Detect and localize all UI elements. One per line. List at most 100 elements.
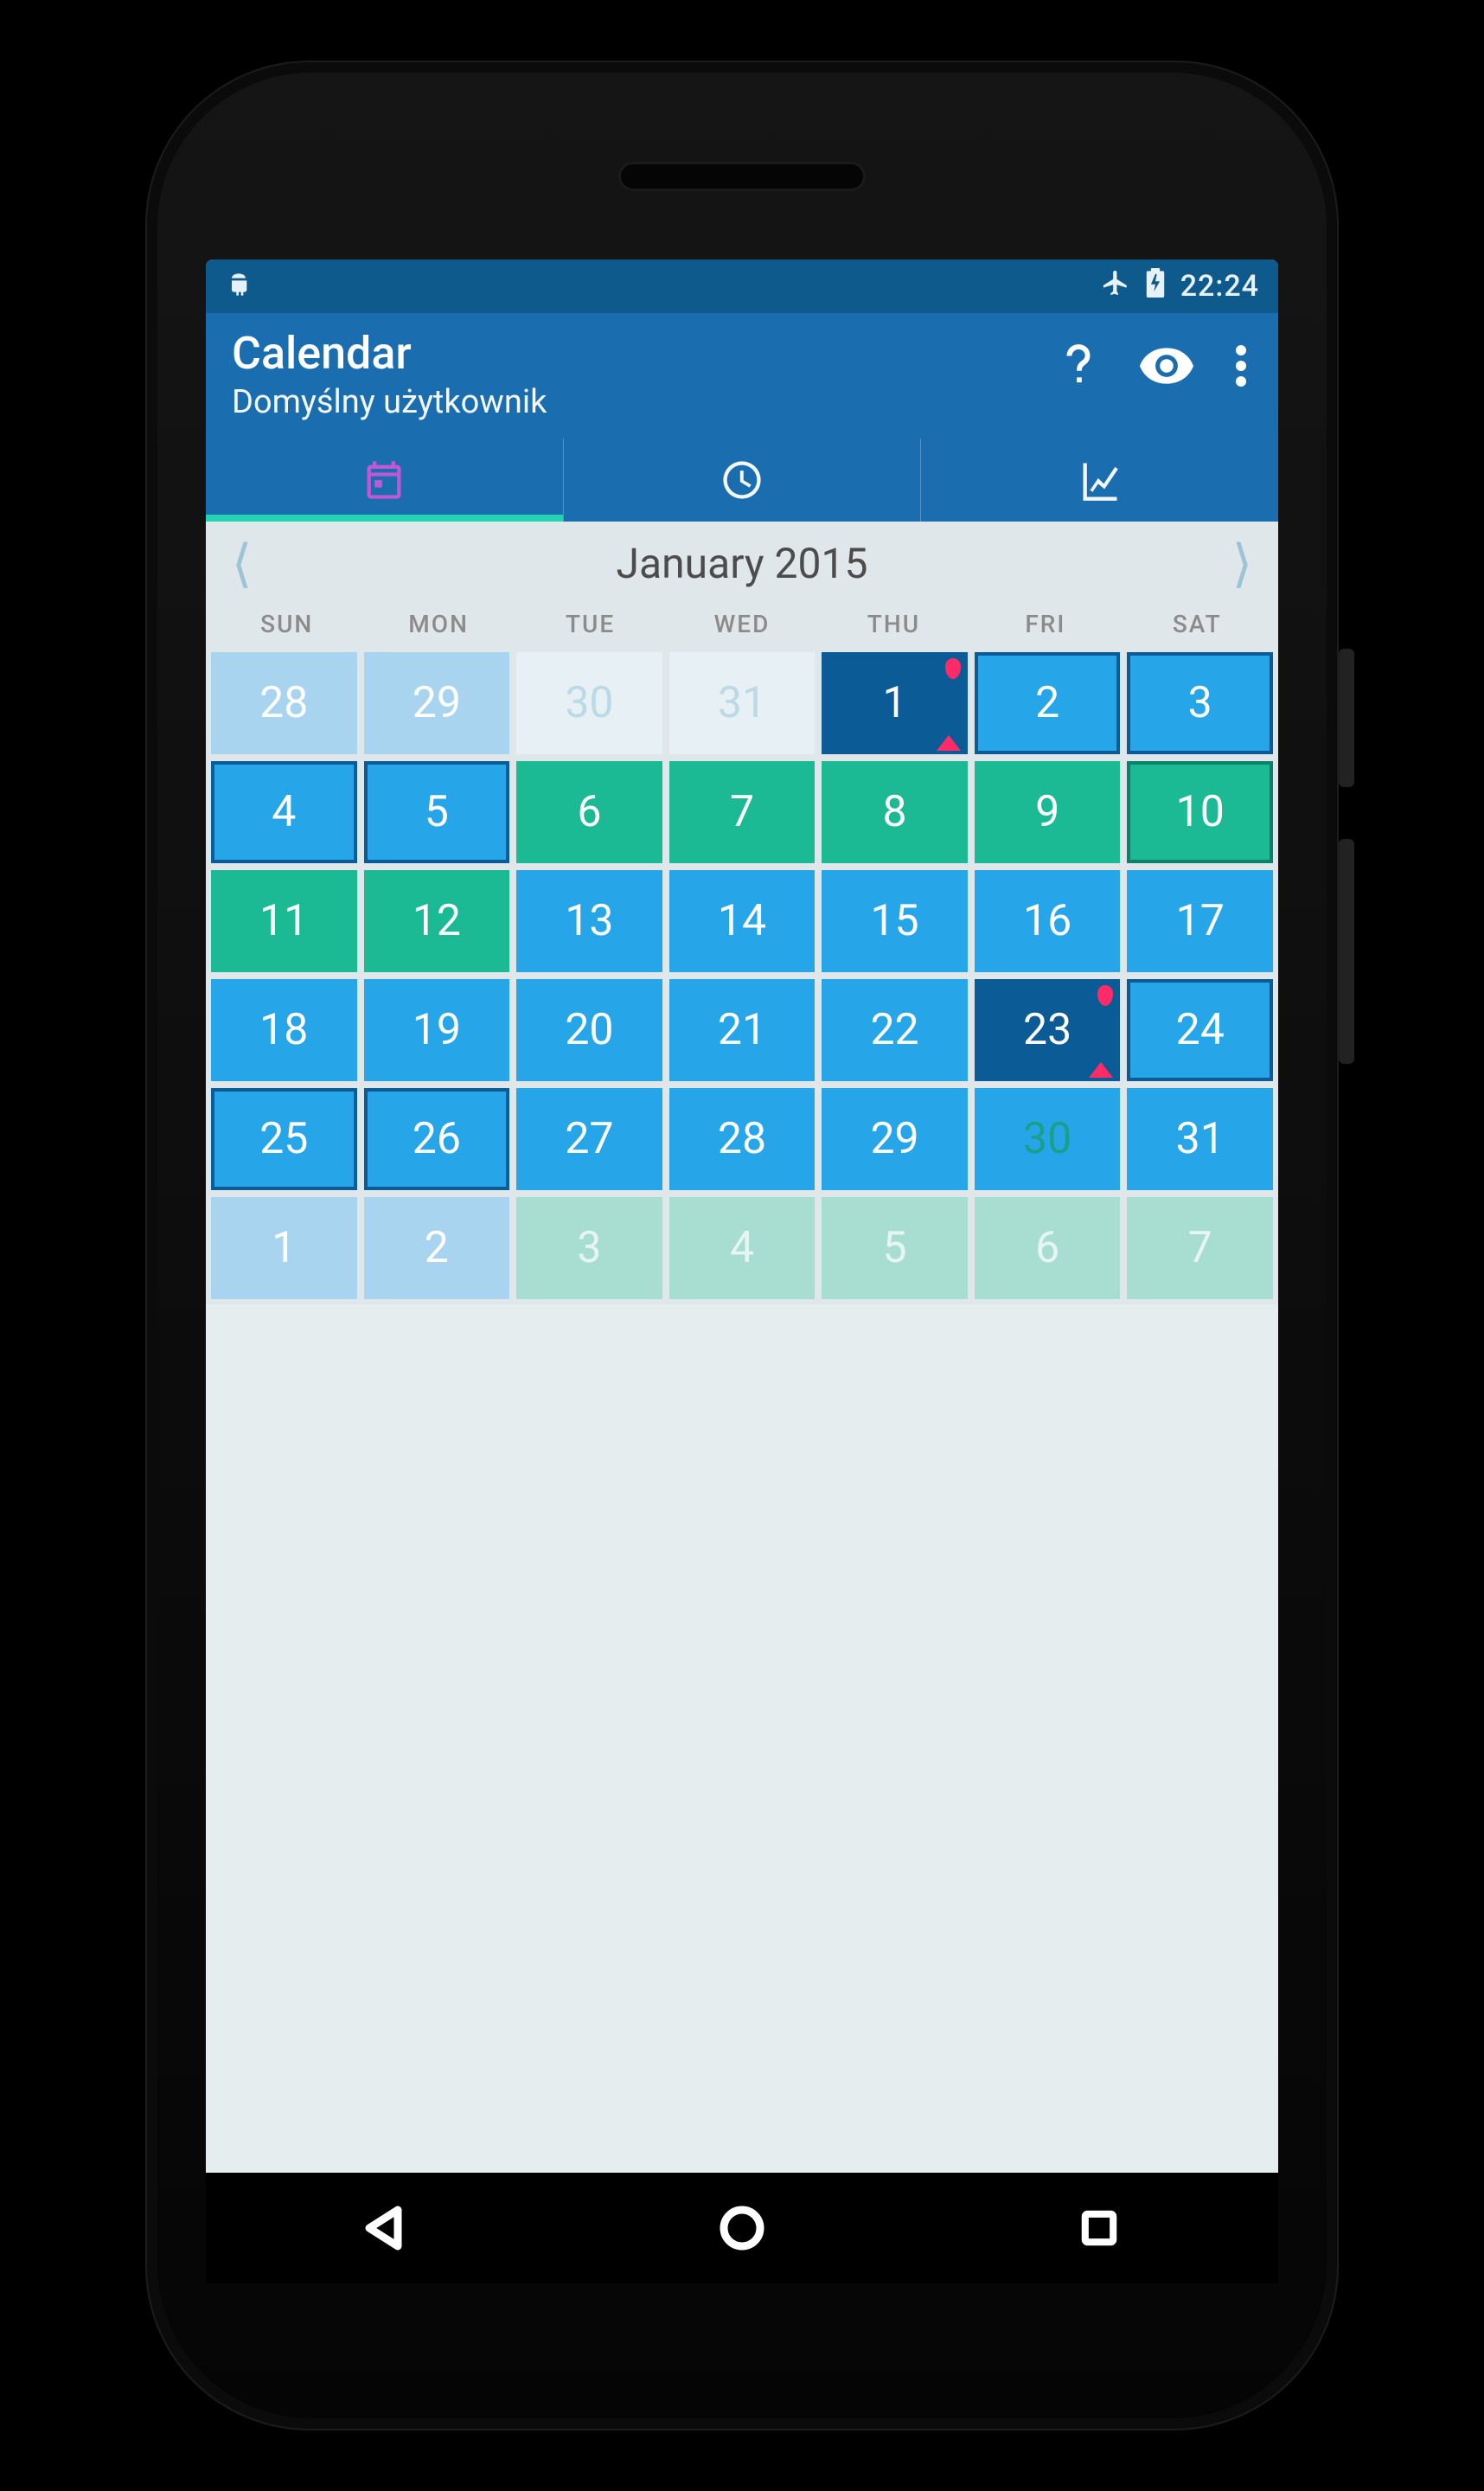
calendar-day[interactable]: 28 xyxy=(211,652,357,754)
calendar-day[interactable]: 26 xyxy=(364,1088,510,1190)
airplane-mode-icon xyxy=(1101,268,1130,305)
tab-bar xyxy=(206,439,1278,522)
day-number: 2 xyxy=(425,1223,449,1273)
day-number: 28 xyxy=(718,1114,766,1164)
calendar-day[interactable]: 4 xyxy=(211,761,357,863)
tab-history[interactable] xyxy=(564,439,922,522)
day-number: 3 xyxy=(1188,678,1212,728)
visibility-button[interactable] xyxy=(1140,348,1193,384)
calendar-day[interactable]: 2 xyxy=(975,652,1121,754)
day-number: 27 xyxy=(565,1114,613,1164)
eye-icon xyxy=(1140,348,1193,384)
calendar-day[interactable]: 27 xyxy=(516,1088,662,1190)
marker-triangle-icon xyxy=(937,735,961,751)
calendar-day[interactable]: 7 xyxy=(1127,1197,1273,1299)
calendar-day[interactable]: 19 xyxy=(364,979,510,1081)
nav-recent-button[interactable] xyxy=(1034,2193,1164,2263)
prev-month-button[interactable]: ⟨ xyxy=(223,533,260,594)
calendar-icon xyxy=(361,458,406,503)
day-number: 2 xyxy=(1035,678,1059,728)
calendar-day[interactable]: 9 xyxy=(975,761,1121,863)
android-nav-bar xyxy=(206,2173,1278,2283)
day-number: 18 xyxy=(259,1005,308,1055)
calendar-day[interactable]: 3 xyxy=(516,1197,662,1299)
calendar-day[interactable]: 24 xyxy=(1127,979,1273,1081)
day-number: 29 xyxy=(870,1114,918,1164)
day-number: 1 xyxy=(883,678,907,728)
calendar-day[interactable]: 31 xyxy=(1127,1088,1273,1190)
nav-home-button[interactable] xyxy=(677,2193,807,2263)
calendar-day[interactable]: 18 xyxy=(211,979,357,1081)
calendar-day[interactable]: 5 xyxy=(822,1197,968,1299)
day-number: 14 xyxy=(718,896,766,946)
tab-chart[interactable] xyxy=(921,439,1278,522)
content-area xyxy=(206,1304,1278,2180)
calendar-day[interactable]: 5 xyxy=(364,761,510,863)
day-number: 19 xyxy=(413,1005,461,1055)
tab-underline xyxy=(206,515,563,522)
calendar-day[interactable]: 29 xyxy=(364,652,510,754)
calendar-day[interactable]: 10 xyxy=(1127,761,1273,863)
calendar-day[interactable]: 16 xyxy=(975,870,1121,972)
marker-drop-icon xyxy=(945,658,961,679)
calendar-day[interactable]: 28 xyxy=(669,1088,816,1190)
calendar-day[interactable]: 3 xyxy=(1127,652,1273,754)
tab-calendar[interactable] xyxy=(206,439,564,522)
calendar-day[interactable]: 8 xyxy=(822,761,968,863)
calendar-day[interactable]: 23 xyxy=(975,979,1121,1081)
chart-icon xyxy=(1078,458,1123,503)
weekday-label: TUE xyxy=(515,610,666,638)
month-bar: ⟨ January 2015 ⟩ xyxy=(206,522,1278,605)
day-number: 13 xyxy=(565,896,613,946)
next-month-button[interactable]: ⟩ xyxy=(1224,533,1261,594)
calendar-day[interactable]: 1 xyxy=(822,652,968,754)
calendar-day[interactable]: 25 xyxy=(211,1088,357,1190)
android-icon xyxy=(225,269,253,304)
nav-back-button[interactable] xyxy=(320,2193,450,2263)
triangle-back-icon xyxy=(359,2202,411,2254)
calendar-day[interactable]: 21 xyxy=(669,979,816,1081)
day-number: 9 xyxy=(1035,787,1059,837)
calendar-day[interactable]: 22 xyxy=(822,979,968,1081)
square-recent-icon xyxy=(1076,2205,1123,2251)
calendar-day[interactable]: 15 xyxy=(822,870,968,972)
calendar-day[interactable]: 20 xyxy=(516,979,662,1081)
calendar-day[interactable]: 2 xyxy=(364,1197,510,1299)
phone-frame: 22:24 Calendar Domyślny użytkownik xyxy=(145,61,1339,2430)
calendar-day[interactable]: 12 xyxy=(364,870,510,972)
overflow-menu-button[interactable] xyxy=(1235,345,1247,387)
calendar-day[interactable]: 13 xyxy=(516,870,662,972)
help-icon xyxy=(1059,341,1098,391)
calendar-grid: 2829303112345678910111213141516171819202… xyxy=(206,647,1278,1304)
help-button[interactable] xyxy=(1059,341,1098,391)
calendar-day[interactable]: 30 xyxy=(516,652,662,754)
day-number: 31 xyxy=(1176,1114,1225,1164)
day-number: 4 xyxy=(730,1223,754,1273)
status-bar: 22:24 xyxy=(206,259,1278,313)
marker-triangle-icon xyxy=(1089,1062,1113,1078)
calendar-day[interactable]: 6 xyxy=(975,1197,1121,1299)
calendar-day[interactable]: 29 xyxy=(822,1088,968,1190)
calendar-day[interactable]: 1 xyxy=(211,1197,357,1299)
day-number: 15 xyxy=(870,896,918,946)
day-number: 10 xyxy=(1176,787,1225,837)
day-number: 5 xyxy=(883,1223,907,1273)
weekday-label: MON xyxy=(362,610,514,638)
calendar-day[interactable]: 31 xyxy=(669,652,816,754)
day-number: 23 xyxy=(1023,1005,1071,1055)
calendar-day[interactable]: 7 xyxy=(669,761,816,863)
calendar-day[interactable]: 14 xyxy=(669,870,816,972)
calendar-day[interactable]: 17 xyxy=(1127,870,1273,972)
calendar-day[interactable]: 4 xyxy=(669,1197,816,1299)
tab-underline xyxy=(921,515,1278,522)
calendar-day[interactable]: 30 xyxy=(975,1088,1121,1190)
more-vert-icon xyxy=(1235,345,1247,387)
weekday-header: SUNMONTUEWEDTHUFRISAT xyxy=(206,605,1278,647)
calendar-day[interactable]: 6 xyxy=(516,761,662,863)
weekday-label: THU xyxy=(818,610,969,638)
weekday-label: FRI xyxy=(969,610,1121,638)
day-number: 30 xyxy=(1023,1114,1071,1164)
calendar-day[interactable]: 11 xyxy=(211,870,357,972)
day-number: 21 xyxy=(718,1005,766,1055)
app-subtitle: Domyślny użytkownik xyxy=(232,383,1041,421)
